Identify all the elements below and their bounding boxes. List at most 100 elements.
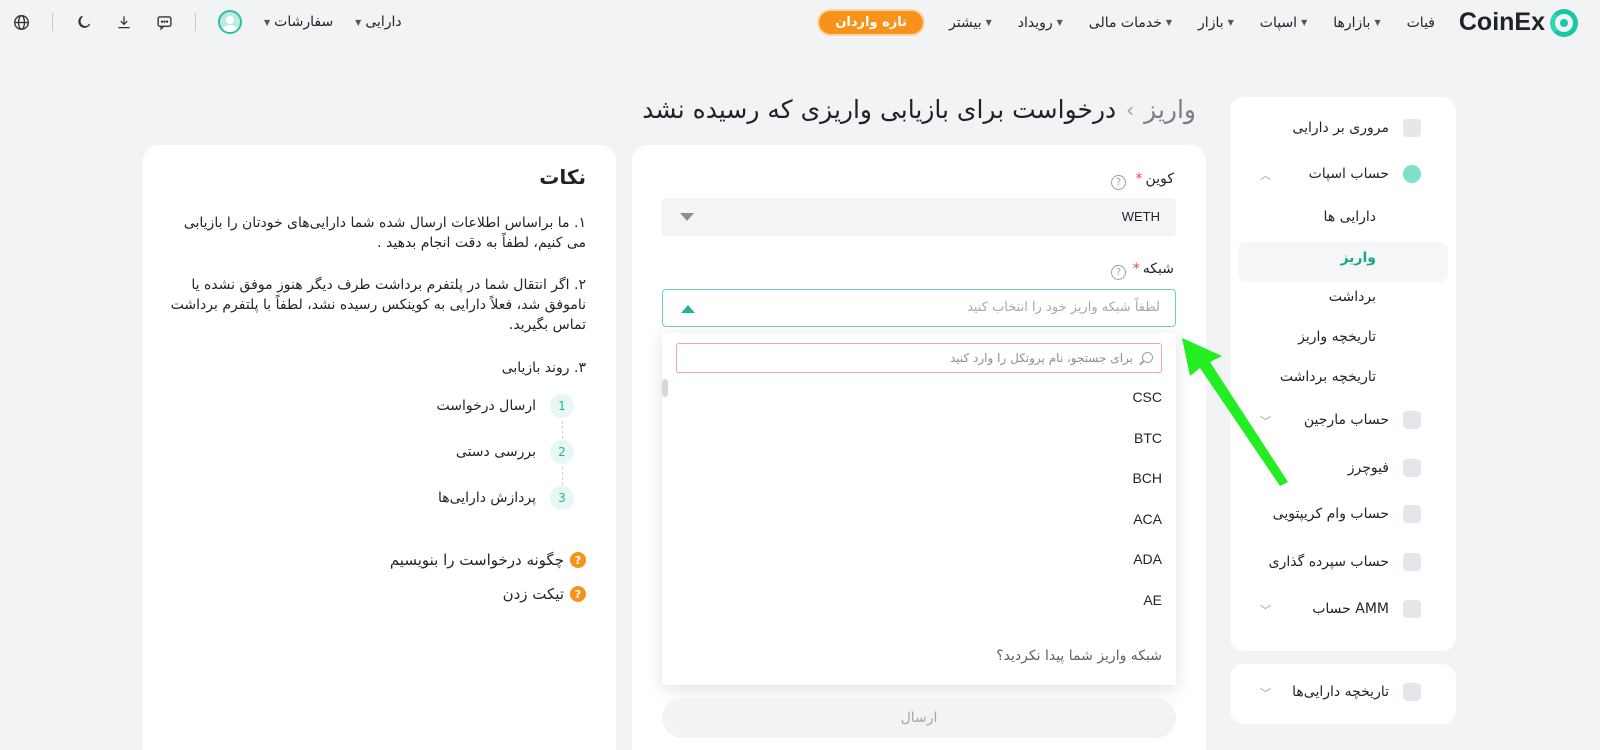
nav-events-label: رویداد bbox=[1017, 14, 1053, 31]
step-number: 2 bbox=[550, 440, 574, 464]
amm-icon bbox=[1403, 600, 1421, 618]
download-icon[interactable] bbox=[115, 13, 133, 31]
nav-markets[interactable]: بازارها ▼ bbox=[1333, 15, 1380, 31]
nav-financial[interactable]: خدمات مالی ▼ bbox=[1089, 15, 1172, 31]
sidebar-item-staking-account[interactable]: حساب سپرده گذاری bbox=[1269, 553, 1421, 571]
chevron-down-icon[interactable]: ﹀ bbox=[1260, 602, 1271, 618]
page-title: درخواست برای بازیابی واریزی که رسیده نشد bbox=[642, 95, 1117, 124]
newbie-button[interactable]: تازه واردان bbox=[819, 11, 924, 34]
help-icon[interactable]: ? bbox=[1111, 175, 1126, 190]
step-label: ارسال درخواست bbox=[436, 398, 536, 414]
step-connector bbox=[562, 421, 563, 439]
network-field-label: شبکه * bbox=[1133, 261, 1174, 277]
network-label: شبکه bbox=[1142, 261, 1174, 277]
coinex-logo-icon bbox=[1550, 8, 1578, 37]
help-link-label: تیکت زدن bbox=[502, 585, 564, 603]
sidebar-item-deposit-history[interactable]: تاریخچه واریز bbox=[1298, 329, 1376, 345]
question-icon: ? bbox=[570, 586, 586, 602]
nav-spot[interactable]: اسپات ▼ bbox=[1260, 15, 1307, 31]
nav-fiat[interactable]: فیات bbox=[1407, 15, 1435, 31]
step-number: 1 bbox=[550, 394, 574, 418]
search-placeholder: برای جستجو، نام پروتکل را وارد کنید bbox=[949, 351, 1133, 365]
list-fade bbox=[662, 628, 1176, 642]
coin-select-value: WETH bbox=[1121, 209, 1160, 224]
submit-button[interactable]: ارسال bbox=[662, 698, 1176, 738]
required-mark: * bbox=[1135, 171, 1143, 187]
help-icon[interactable]: ? bbox=[1111, 265, 1126, 280]
recovery-form: کوین * ? WETH شبکه * ? لطفاً شبکه واریز … bbox=[632, 145, 1206, 750]
network-select[interactable]: لطفاً شبکه واریز خود را انتخاب کنید bbox=[662, 289, 1176, 327]
help-link-label: چگونه درخواست را بنویسیم bbox=[389, 551, 564, 569]
percent-icon bbox=[1403, 411, 1421, 429]
sidebar-item-label: حساب مارجین bbox=[1303, 412, 1389, 428]
globe-icon[interactable] bbox=[12, 13, 30, 31]
chevron-down-icon: ▼ bbox=[1165, 18, 1173, 27]
breadcrumb: واریز ‹ درخواست برای بازیابی واریزی که ر… bbox=[642, 95, 1196, 124]
sidebar-item-crypto-loan[interactable]: حساب وام کریپتویی bbox=[1273, 505, 1421, 523]
step-connector bbox=[562, 467, 563, 485]
how-to-write-link[interactable]: ? چگونه درخواست را بنویسیم bbox=[390, 551, 586, 569]
nav-more-label: بیشتر bbox=[949, 14, 982, 31]
coin-label: کوین bbox=[1145, 171, 1174, 187]
message-icon[interactable] bbox=[155, 13, 173, 31]
question-icon: ? bbox=[570, 552, 586, 568]
orders-menu[interactable]: ▼ سفارشات bbox=[264, 14, 333, 30]
network-option-bch[interactable]: BCH bbox=[1132, 470, 1162, 486]
assets-menu[interactable]: ▼ دارایی bbox=[355, 14, 402, 30]
note-paragraph-1: ۱. ما براساس اطلاعات ارسال شده شما دارای… bbox=[183, 215, 586, 251]
wallet-icon bbox=[1403, 165, 1421, 183]
savings-icon bbox=[1403, 553, 1421, 571]
caret-up-icon bbox=[681, 305, 695, 313]
sidebar-item-label: مروری بر دارایی bbox=[1292, 120, 1389, 136]
sidebar-item-asset-overview[interactable]: مروری بر دارایی bbox=[1292, 119, 1421, 137]
step-review: 2 بررسی دستی bbox=[456, 440, 574, 464]
breadcrumb-deposit-link[interactable]: واریز bbox=[1144, 95, 1196, 124]
network-not-found-link[interactable]: شبکه واریز شما پیدا نکردید؟ bbox=[996, 648, 1162, 664]
coin-select[interactable]: WETH bbox=[662, 198, 1176, 236]
network-option-ae[interactable]: AE bbox=[1143, 592, 1162, 608]
chevron-left-icon: ‹ bbox=[1126, 97, 1135, 122]
chevron-up-icon[interactable]: ︿ bbox=[1260, 167, 1271, 183]
submit-ticket-link[interactable]: ? تیکت زدن bbox=[503, 585, 586, 603]
sidebar-item-assets[interactable]: دارایی ها bbox=[1324, 209, 1376, 225]
utility-bar: ▼ سفارشات ▼ دارایی bbox=[12, 10, 402, 34]
chevron-down-icon: ▼ bbox=[1374, 18, 1381, 27]
network-option-aca[interactable]: ACA bbox=[1133, 511, 1162, 527]
nav-spot-label: اسپات bbox=[1259, 14, 1298, 31]
network-option-btc[interactable]: BTC bbox=[1134, 430, 1162, 446]
chevron-down-icon: ▼ bbox=[264, 17, 271, 27]
network-placeholder: لطفاً شبکه واریز خود را انتخاب کنید bbox=[967, 300, 1160, 315]
moon-icon[interactable] bbox=[75, 13, 93, 31]
sidebar-item-label: تاریخچه دارایی‌ها bbox=[1292, 684, 1389, 700]
sidebar-item-futures[interactable]: فیوچرز bbox=[1348, 459, 1421, 477]
sidebar-item-label: فیوچرز bbox=[1347, 460, 1389, 476]
chart-icon bbox=[1403, 119, 1421, 137]
sidebar-item-deposit[interactable]: واریز bbox=[1340, 250, 1376, 266]
network-option-ada[interactable]: ADA bbox=[1133, 551, 1162, 567]
main-menu: فیات بازارها ▼ اسپات ▼ بازار ▼ خدمات مالی ▼ … bbox=[819, 11, 1435, 34]
nav-market[interactable]: بازار ▼ bbox=[1198, 15, 1234, 31]
nav-fiat-label: فیات bbox=[1406, 14, 1435, 31]
coinex-logo[interactable]: CoinEx bbox=[1459, 8, 1578, 37]
sidebar-item-margin-account[interactable]: حساب مارجین bbox=[1304, 411, 1421, 429]
sidebar-item-amm-account[interactable]: حساب AMM bbox=[1312, 600, 1421, 618]
scrollbar[interactable] bbox=[662, 379, 668, 397]
sidebar-item-asset-history[interactable]: تاریخچه دارایی‌ها bbox=[1292, 683, 1421, 701]
coin-field-label: کوین * bbox=[1136, 171, 1174, 187]
chevron-down-icon: ▼ bbox=[1056, 18, 1063, 27]
avatar[interactable] bbox=[218, 10, 242, 34]
brand-name: CoinEx bbox=[1458, 8, 1545, 36]
divider bbox=[195, 13, 196, 31]
nav-more[interactable]: بیشتر ▼ bbox=[949, 15, 992, 31]
network-search-input[interactable]: برای جستجو، نام پروتکل را وارد کنید bbox=[676, 343, 1162, 373]
sidebar-item-label: حساب AMM bbox=[1312, 601, 1389, 617]
document-icon bbox=[1403, 683, 1421, 701]
chevron-down-icon[interactable]: ﹀ bbox=[1260, 685, 1271, 701]
sidebar-item-label: حساب اسپات bbox=[1308, 166, 1389, 182]
network-option-csc[interactable]: CSC bbox=[1132, 389, 1162, 405]
step-process: 3 پردازش دارایی‌ها bbox=[438, 486, 574, 510]
nav-events[interactable]: رویداد ▼ bbox=[1018, 15, 1063, 31]
sidebar-item-withdraw[interactable]: برداشت bbox=[1329, 289, 1376, 305]
sidebar-item-spot-account[interactable]: حساب اسپات bbox=[1309, 165, 1421, 183]
chevron-down-icon: ▼ bbox=[985, 18, 992, 27]
